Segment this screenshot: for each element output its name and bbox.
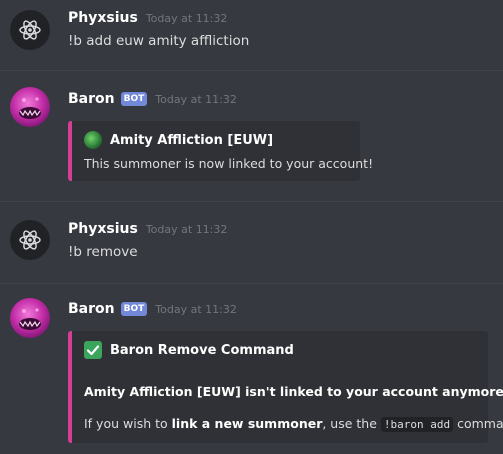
username[interactable]: Phyxsius [68,10,138,26]
avatar[interactable] [10,10,50,50]
message-header: Baron BOT Today at 11:32 [68,91,237,107]
bot-badge: BOT [120,302,148,316]
atom-icon [19,20,41,40]
username[interactable]: Phyxsius [68,221,138,237]
timestamp: Today at 11:32 [145,222,228,236]
message-divider [0,283,503,284]
help-text-bold: link a new summoner [171,416,323,431]
embed-author: Amity Affliction [EUW] [84,131,273,149]
embed-author: Baron Remove Command [84,341,294,359]
message-header: Baron BOT Today at 11:32 [68,301,237,317]
embed-help-line: If you wish to link a new summoner, use … [84,416,503,432]
embed-description: This summoner is now linked to your acco… [84,156,374,171]
message-content: !b remove [68,244,138,260]
timestamp: Today at 11:32 [145,11,228,25]
embed-title-line: Amity Affliction [EUW] isn't linked to y… [84,384,503,399]
message-content: !b add euw amity affliction [68,33,250,49]
username[interactable]: Baron [68,91,115,107]
help-text-prefix: If you wish to [84,416,172,431]
username[interactable]: Baron [68,301,115,317]
bot-badge: BOT [120,92,148,106]
embed: Baron Remove Command Amity Affliction [E… [68,331,503,443]
avatar[interactable] [10,298,50,338]
baron-nashor-avatar [19,308,41,330]
help-text-middle: , use the [322,416,381,431]
summoner-profile-icon [84,131,102,149]
message-header: Phyxsius Today at 11:32 [68,10,227,26]
atom-icon [19,230,41,250]
message-header: Phyxsius Today at 11:32 [68,221,227,237]
message-divider [0,70,503,71]
avatar[interactable] [10,87,50,127]
embed-author-name: Baron Remove Command [110,342,294,358]
message-divider [0,201,503,202]
avatar[interactable] [10,220,50,260]
inline-code: !baron add [380,417,454,432]
embed-author-name: Amity Affliction [EUW] [110,132,274,148]
embed: Amity Affliction [EUW] This summoner is … [68,121,373,181]
baron-nashor-avatar [19,97,41,119]
timestamp: Today at 11:32 [155,302,237,316]
help-text-suffix: command! [457,416,503,431]
timestamp: Today at 11:32 [155,92,237,106]
check-mark-icon [84,341,102,359]
